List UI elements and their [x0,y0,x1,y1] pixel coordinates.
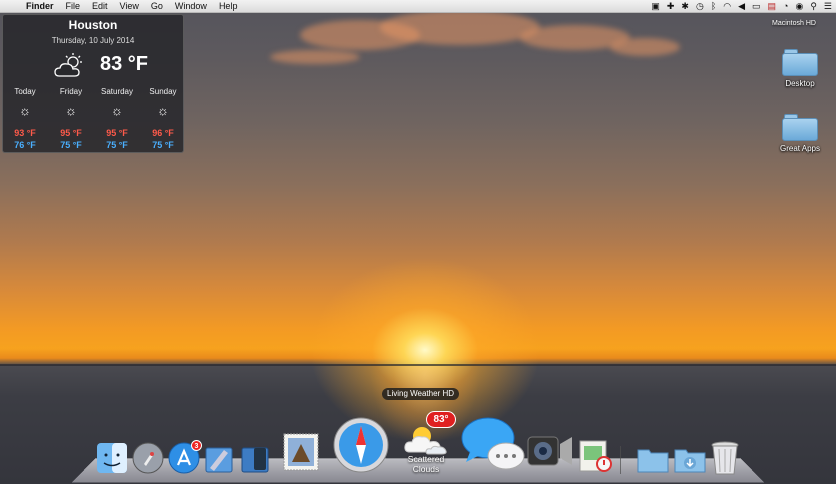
forecast-low: 75 °F [106,140,128,150]
menu-file[interactable]: File [60,0,87,13]
list-icon[interactable]: ☰ [824,0,832,13]
time-machine-icon[interactable]: ◷ [696,0,704,13]
weather-condition-line2: Clouds [412,464,440,474]
menu-go[interactable]: Go [145,0,169,13]
current-temperature: 83 °F [100,53,149,75]
flag-icon[interactable]: ▤ [768,0,777,13]
menu-view[interactable]: View [114,0,145,13]
sun-icon: ☼ [157,103,169,118]
downloads-folder-icon[interactable] [673,444,707,474]
cloud [610,38,680,56]
weather-condition-line1: Scattered [407,454,445,464]
living-weather-icon[interactable] [402,424,452,456]
launchpad-icon[interactable] [132,442,164,474]
dock-separator [620,446,621,474]
forecast-low: 75 °F [152,140,174,150]
safari-icon[interactable] [332,416,390,474]
trash-icon[interactable] [710,440,740,476]
forecast-high: 96 °F [152,128,174,138]
forecast-day: Friday [59,87,83,96]
applications-folder-icon[interactable] [636,444,670,474]
dropbox-icon[interactable]: ▣ [651,0,660,13]
messages-icon[interactable] [460,414,526,474]
weather-date: Thursday, 10 July 2014 [51,36,135,45]
volume-icon[interactable]: ◀ [738,0,745,13]
wifi-icon[interactable]: ◠ [723,0,731,13]
menu-bar: Finder File Edit View Go Window Help ▣ ✚… [0,0,836,13]
plus-icon[interactable]: ✚ [667,0,675,13]
xcode-icon[interactable] [204,444,236,474]
weather-temperature-badge: 83° [426,411,456,428]
forecast-high: 95 °F [60,128,82,138]
forecast-day: Sunday [149,87,177,96]
menu-window[interactable]: Window [169,0,213,13]
forecast-high: 95 °F [106,128,128,138]
partly-cloudy-icon [54,53,82,77]
bluetooth-icon[interactable]: ᛒ [711,0,716,13]
sun-icon: ☼ [19,103,31,118]
great-apps-folder[interactable]: Great Apps [770,113,830,153]
desktop-icon-label: Desktop [785,79,815,88]
menu-edit[interactable]: Edit [86,0,114,13]
app-store-badge: 3 [191,440,202,451]
desktop-folder[interactable]: Desktop [770,48,830,88]
battery-icon[interactable]: ▭ [752,0,761,13]
xcode-dark-icon[interactable] [240,444,272,474]
facetime-icon[interactable] [526,434,576,468]
status-icons: ▣ ✚ ✱ ◷ ᛒ ◠ ◀ ▭ ▤ ◔ ◉ ⚲ ☰ [651,0,832,13]
cloud [270,50,360,64]
preview-icon[interactable] [578,438,614,474]
desktop-icon-label: Great Apps [779,144,821,153]
macintosh-hd-label[interactable]: Macintosh HD [772,20,816,27]
folder-alias-icon [782,113,818,141]
menu-finder[interactable]: Finder [20,0,60,13]
sun-icon: ☼ [111,103,123,118]
finder-icon[interactable] [96,442,128,474]
mail-icon[interactable] [282,432,320,472]
weather-dock-label: Scattered Clouds [400,454,452,474]
folder-icon [782,48,818,76]
forecast-low: 76 °F [14,140,36,150]
spotlight-icon[interactable]: ⚲ [810,0,817,13]
sun-icon: ☼ [65,103,77,118]
weather-widget[interactable]: Houston Thursday, 10 July 2014 83 °F Tod… [2,14,184,153]
forecast-day: Today [14,87,36,96]
weather-city: Houston [68,18,118,32]
dock-tooltip: Living Weather HD [382,388,459,400]
gear-icon[interactable]: ✱ [681,0,689,13]
cloud [380,10,540,45]
forecast-day: Saturday [100,87,134,96]
forecast-low: 75 °F [60,140,82,150]
user-icon[interactable]: ◉ [795,0,803,13]
clock-icon[interactable]: ◔ [783,0,788,13]
menu-help[interactable]: Help [213,0,244,13]
forecast-high: 93 °F [14,128,36,138]
